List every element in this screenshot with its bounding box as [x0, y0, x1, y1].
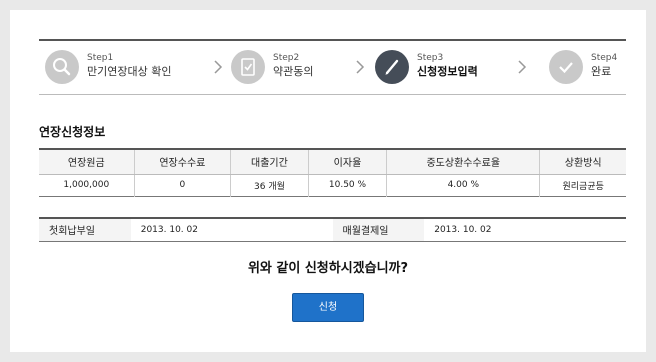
check-icon [549, 50, 583, 84]
table-header-row: 연장원금 연장수수료 대출기간 이자율 중도상환수수료율 상환방식 [39, 149, 626, 175]
step-label: 완료 [591, 65, 612, 78]
step-label: 약관동의 [273, 65, 314, 78]
table-cell: 4.00 % [386, 174, 540, 196]
first-payment-label: 첫회납부일 [39, 218, 131, 241]
column-header: 연장원금 [39, 149, 135, 175]
apply-button[interactable]: 신청 [292, 293, 364, 322]
section-title: 연장신청정보 [39, 125, 106, 139]
step-number: Step3 [417, 53, 444, 63]
chevron-right-icon [518, 60, 527, 74]
step-number: Step2 [273, 53, 300, 63]
column-header: 이자율 [307, 149, 387, 175]
pen-icon [375, 50, 409, 84]
step-number: Step4 [591, 53, 618, 63]
chevron-right-icon [356, 60, 365, 74]
extension-info-table: 연장원금 연장수수료 대출기간 이자율 중도상환수수료율 상환방식 1,000,… [39, 148, 626, 197]
step-number: Step1 [87, 53, 114, 63]
table-cell: 36 개월 [230, 174, 309, 196]
step-indicator: Step1 만기연장대상 확인 Step2 약관동의 Step3 신청정보입력 … [39, 39, 626, 95]
monthly-payment-value: 2013. 10. 02 [434, 224, 492, 235]
table-cell: 원리금균등 [539, 174, 626, 196]
confirm-question: 위와 같이 신청하시겠습니까? [247, 261, 409, 276]
chevron-right-icon [214, 60, 223, 74]
column-header: 연장수수료 [133, 149, 231, 175]
step-label: 신청정보입력 [417, 65, 478, 78]
table-cell: 1,000,000 [63, 180, 110, 190]
step-label: 만기연장대상 확인 [87, 65, 172, 78]
search-icon [45, 50, 79, 84]
table-row: 첫회납부일 2013. 10. 02 매월결제일 2013. 10. 02 [39, 218, 626, 241]
table-cell: 0 [133, 174, 231, 196]
column-header: 대출기간 [230, 149, 309, 175]
column-header: 중도상환수수료율 [386, 149, 540, 175]
page-frame: Step1 만기연장대상 확인 Step2 약관동의 Step3 신청정보입력 … [10, 10, 646, 352]
table-row: 1,000,000 0 36 개월 10.50 % 4.00 % 원리금균등 [39, 174, 626, 196]
table-cell: 10.50 % [307, 174, 387, 196]
first-payment-value: 2013. 10. 02 [140, 224, 198, 235]
payment-date-table: 첫회납부일 2013. 10. 02 매월결제일 2013. 10. 02 [39, 217, 626, 242]
monthly-payment-label: 매월결제일 [332, 218, 425, 241]
column-header: 상환방식 [539, 149, 626, 175]
document-check-icon [231, 50, 265, 84]
